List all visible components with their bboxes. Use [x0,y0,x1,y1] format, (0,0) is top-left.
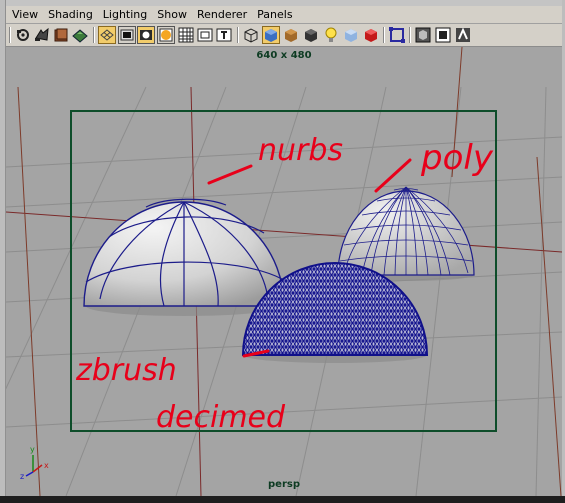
annotation-poly: poly [420,138,494,178]
image-plane-icon[interactable] [71,26,89,44]
safe-action-icon[interactable] [196,26,214,44]
default-material-icon[interactable] [282,26,300,44]
menu-panels[interactable]: Panels [252,6,297,23]
gate-mask-icon[interactable] [157,26,175,44]
grid-icon[interactable] [98,26,116,44]
window-bottom-border [0,496,565,503]
resolution-label: 640 x 480 [256,50,312,61]
toolbar-separator [383,27,385,43]
xray-icon[interactable] [414,26,432,44]
shadows-icon[interactable] [302,26,320,44]
film-gate-icon[interactable] [118,26,136,44]
frame-all-icon[interactable] [434,26,452,44]
menu-lighting[interactable]: Lighting [98,6,152,23]
perspective-viewport[interactable]: nurbs poly zbrush decimed y x z 640 x 48… [6,47,562,496]
toolbar-separator [237,27,239,43]
toolbar-separator [93,27,95,43]
menu-view[interactable]: View [6,6,43,23]
menu-renderer[interactable]: Renderer [192,6,252,23]
textured-icon[interactable] [342,26,360,44]
viewport-panel: View Shading Lighting Show Renderer Pane… [0,0,565,503]
render-view-icon[interactable] [454,26,472,44]
annotation-nurbs: nurbs [258,133,343,168]
menu-shading[interactable]: Shading [43,6,98,23]
field-chart-icon[interactable] [177,26,195,44]
panel-toolbar [6,24,562,47]
axis-x-label: x [44,461,49,470]
toolbar-separator [409,27,411,43]
resolution-gate-icon[interactable] [137,26,155,44]
smooth-shade-icon[interactable] [262,26,280,44]
camera-attributes-icon[interactable] [33,26,51,44]
hardware-texturing-icon[interactable] [362,26,380,44]
bookmark-icon[interactable] [52,26,70,44]
panel-menu-bar: View Shading Lighting Show Renderer Pane… [6,6,562,24]
toolbar-separator [9,27,11,43]
scene-canvas: nurbs poly zbrush decimed y x z [6,47,562,496]
wireframe-icon[interactable] [242,26,260,44]
camera-name-label: persp [268,479,300,490]
use-lights-icon[interactable] [322,26,340,44]
isolate-select-icon[interactable] [388,26,406,44]
annotation-decimed: decimed [156,400,286,435]
safe-title-icon[interactable] [215,26,233,44]
axis-y-label: y [30,445,35,454]
menu-show[interactable]: Show [152,6,192,23]
annotation-zbrush: zbrush [75,353,177,388]
select-camera-icon[interactable] [14,26,32,44]
